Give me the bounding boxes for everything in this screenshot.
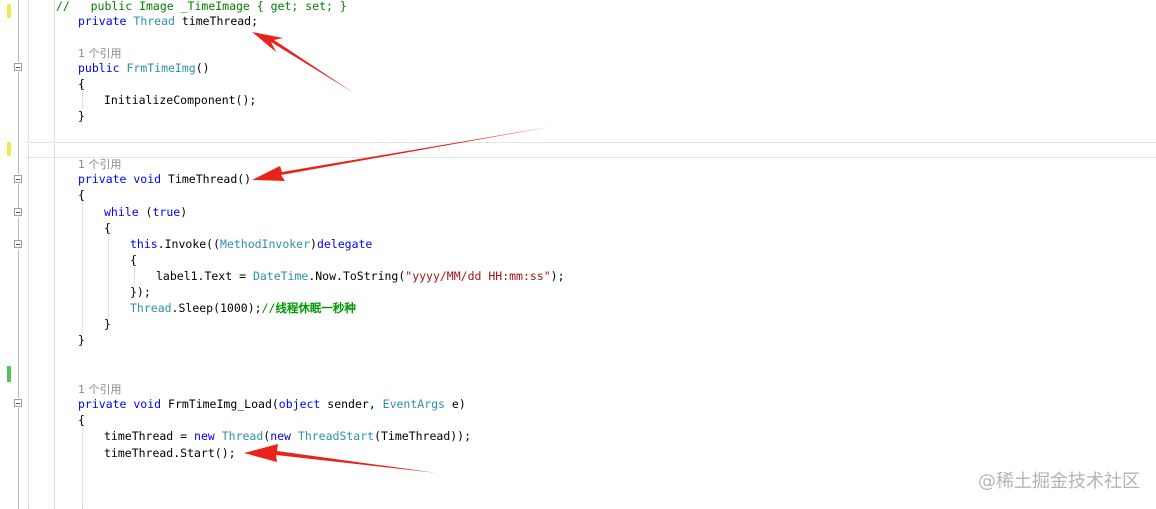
arrow-annotation (252, 127, 549, 181)
watermark: @稀土掘金技术社区 (978, 471, 1140, 492)
arrow-annotation (244, 444, 437, 473)
arrow-annotation (252, 32, 354, 93)
annotation-arrows (244, 32, 549, 473)
code-editor[interactable]: // public Image _TimeImage { get; set; }… (0, 0, 1156, 509)
